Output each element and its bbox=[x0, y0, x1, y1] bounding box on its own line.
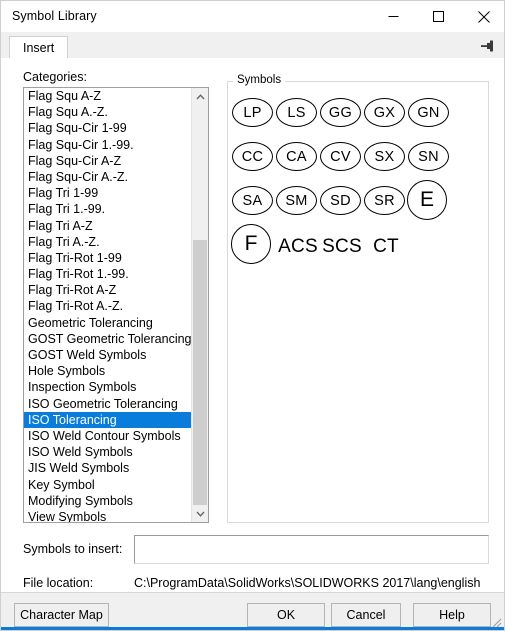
list-item[interactable]: Flag Tri A-Z bbox=[24, 218, 192, 234]
list-item[interactable]: JIS Weld Symbols bbox=[24, 460, 192, 476]
file-location-label: File location: bbox=[23, 576, 94, 590]
tab-strip: Insert bbox=[1, 32, 504, 59]
symbol-ls[interactable]: LS bbox=[276, 98, 317, 127]
symbol-cv[interactable]: CV bbox=[320, 142, 361, 171]
list-item[interactable]: Geometric Tolerancing bbox=[24, 315, 192, 331]
close-icon bbox=[477, 10, 490, 23]
list-item[interactable]: Flag Squ A-Z bbox=[24, 88, 192, 104]
symbols-to-insert-label: Symbols to insert: bbox=[23, 542, 123, 556]
list-item[interactable]: Key Symbol bbox=[24, 477, 192, 493]
chevron-up-icon bbox=[196, 93, 204, 99]
character-map-button[interactable]: Character Map bbox=[14, 603, 109, 627]
list-item[interactable]: ISO Geometric Tolerancing bbox=[24, 396, 192, 412]
list-item[interactable]: Flag Squ A.-Z. bbox=[24, 104, 192, 120]
symbols-to-insert-input[interactable] bbox=[134, 535, 489, 564]
symbol-ca[interactable]: CA bbox=[276, 142, 317, 171]
list-item[interactable]: Flag Squ-Cir A.-Z. bbox=[24, 169, 192, 185]
list-item[interactable]: Modifying Symbols bbox=[24, 493, 192, 509]
symbols-grid: LP LS GG GX GN CC CA CV SX SN SA SM SD SR E F ACS SCS CT bbox=[227, 81, 489, 523]
status-strip bbox=[1, 627, 504, 630]
symbol-gg[interactable]: GG bbox=[320, 98, 361, 127]
list-item[interactable]: Flag Tri-Rot 1-99 bbox=[24, 250, 192, 266]
symbol-sx[interactable]: SX bbox=[364, 142, 405, 171]
symbol-sa[interactable]: SA bbox=[232, 186, 273, 215]
categories-list: Flag Squ A-Z Flag Squ A.-Z. Flag Squ-Cir 1… bbox=[24, 88, 208, 522]
list-item[interactable]: Flag Squ-Cir 1.-99. bbox=[24, 137, 192, 153]
list-item[interactable]: Hole Symbols bbox=[24, 363, 192, 379]
list-item[interactable]: Flag Squ-Cir A-Z bbox=[24, 153, 192, 169]
list-item[interactable]: ISO Tolerancing bbox=[24, 411, 208, 428]
ok-button[interactable]: OK bbox=[247, 603, 325, 627]
symbol-sr[interactable]: SR bbox=[364, 186, 405, 215]
categories-listbox[interactable]: Flag Squ A-Z Flag Squ A.-Z. Flag Squ-Cir 1… bbox=[23, 87, 209, 523]
window-title: Symbol Library bbox=[12, 9, 97, 23]
symbol-library-window: Symbol Library Insert Categories: Flag S… bbox=[0, 0, 505, 631]
maximize-icon bbox=[433, 11, 444, 22]
main-panel: Categories: Flag Squ A-Z Flag Squ A.-Z. Fl… bbox=[1, 58, 504, 593]
list-item[interactable]: Flag Squ-Cir 1-99 bbox=[24, 120, 192, 136]
list-item[interactable]: ISO Weld Contour Symbols bbox=[24, 428, 192, 444]
symbol-f[interactable]: F bbox=[231, 224, 271, 264]
scroll-down-button[interactable] bbox=[192, 505, 208, 522]
categories-scrollbar[interactable] bbox=[191, 88, 208, 522]
symbol-acs[interactable]: ACS bbox=[276, 233, 320, 260]
close-button[interactable] bbox=[461, 1, 504, 32]
scroll-up-button[interactable] bbox=[192, 88, 208, 105]
tab-insert[interactable]: Insert bbox=[9, 36, 69, 58]
cancel-button[interactable]: Cancel bbox=[331, 603, 401, 627]
minimize-button[interactable] bbox=[371, 1, 416, 32]
window-controls bbox=[371, 1, 504, 32]
list-item[interactable]: Flag Tri-Rot 1.-99. bbox=[24, 266, 192, 282]
symbol-scs[interactable]: SCS bbox=[320, 233, 364, 260]
symbol-ct[interactable]: CT bbox=[364, 233, 408, 260]
title-bar: Symbol Library bbox=[1, 1, 504, 32]
symbol-cc[interactable]: CC bbox=[232, 142, 273, 171]
scrollbar-thumb[interactable] bbox=[193, 240, 207, 508]
list-item[interactable]: GOST Geometric Tolerancing bbox=[24, 331, 192, 347]
file-location-value: C:\ProgramData\SolidWorks\SOLIDWORKS 201… bbox=[134, 576, 481, 590]
symbol-gn[interactable]: GN bbox=[408, 98, 449, 127]
maximize-button[interactable] bbox=[416, 1, 461, 32]
categories-label: Categories: bbox=[23, 70, 87, 84]
symbol-sm[interactable]: SM bbox=[276, 186, 317, 215]
symbol-e[interactable]: E bbox=[407, 180, 447, 220]
list-item[interactable]: Flag Tri-Rot A.-Z. bbox=[24, 298, 192, 314]
symbol-gx[interactable]: GX bbox=[364, 98, 405, 127]
list-item[interactable]: Flag Tri-Rot A-Z bbox=[24, 282, 192, 298]
list-item[interactable]: Flag Tri 1-99 bbox=[24, 185, 192, 201]
symbol-sn[interactable]: SN bbox=[408, 142, 449, 171]
list-item[interactable]: Inspection Symbols bbox=[24, 379, 192, 395]
pushpin-icon bbox=[481, 40, 493, 52]
minimize-icon bbox=[388, 16, 399, 17]
list-item[interactable]: GOST Weld Symbols bbox=[24, 347, 192, 363]
list-item[interactable]: ISO Weld Symbols bbox=[24, 444, 192, 460]
chevron-down-icon bbox=[196, 511, 204, 517]
symbol-sd[interactable]: SD bbox=[320, 186, 361, 215]
pushpin-button[interactable] bbox=[478, 37, 498, 55]
list-item[interactable]: View Symbols bbox=[24, 509, 192, 522]
symbol-lp[interactable]: LP bbox=[232, 98, 273, 127]
list-item[interactable]: Flag Tri A.-Z. bbox=[24, 234, 192, 250]
list-item[interactable]: Flag Tri 1.-99. bbox=[24, 201, 192, 217]
help-button[interactable]: Help bbox=[413, 603, 491, 627]
